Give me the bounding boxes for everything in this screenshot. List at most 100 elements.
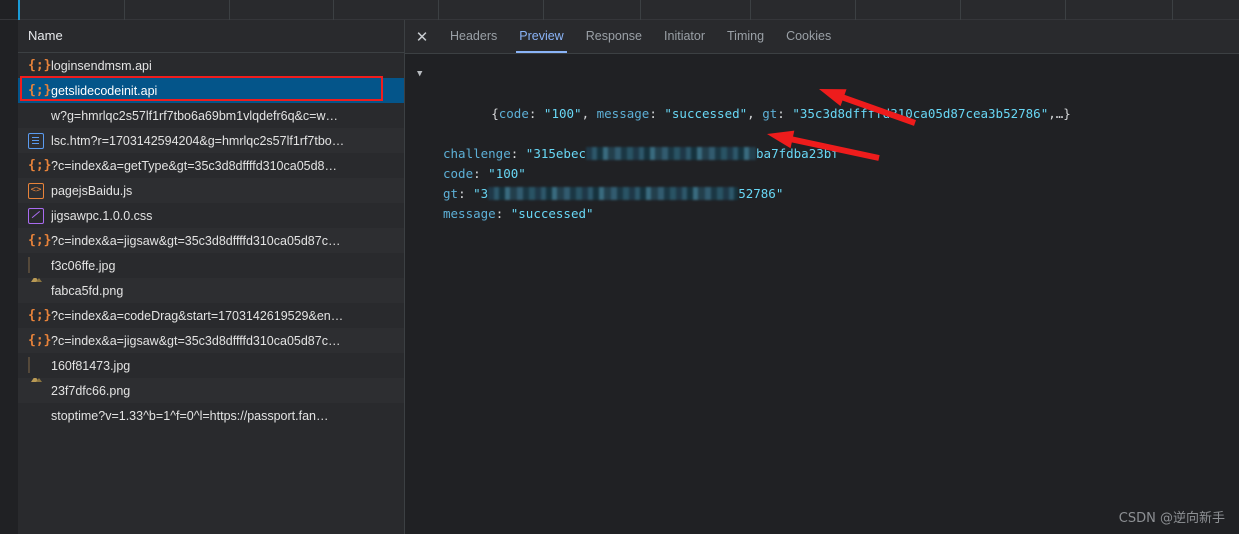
- json-value-prefix: "successed": [510, 206, 594, 221]
- table-row[interactable]: stoptime?v=1.33^b=1^f=0^l=https://passpo…: [18, 403, 404, 428]
- column-divider[interactable]: [1172, 0, 1173, 20]
- request-name: ?c=index&a=jigsaw&gt=35c3d8dffffd310ca05…: [51, 233, 341, 248]
- column-divider[interactable]: [640, 0, 641, 20]
- json-ellipsis: ,…}: [1048, 106, 1071, 121]
- request-name: ?c=index&a=codeDrag&start=1703142619529&…: [51, 308, 344, 323]
- tab-response[interactable]: Response: [575, 20, 653, 53]
- json-icon: {;}: [28, 157, 52, 173]
- table-row[interactable]: lsc.htm?r=1703142594204&g=hmrlqc2s57lf1r…: [18, 128, 404, 153]
- table-row[interactable]: jigsawpc.1.0.0.css: [18, 203, 404, 228]
- column-header-name[interactable]: Name: [18, 20, 404, 53]
- json-value-prefix: "315ebec: [525, 146, 587, 161]
- request-name: getslidecodeinit.api: [51, 83, 158, 98]
- json-colon: :: [649, 106, 665, 121]
- chevron-down-icon[interactable]: ▼: [417, 64, 422, 84]
- table-row[interactable]: {;} ?c=index&a=codeDrag&start=17031426195…: [18, 303, 404, 328]
- request-name: 23f7dfc66.png: [51, 383, 131, 398]
- json-value-suffix: ba7fdba23bf": [756, 146, 847, 161]
- json-field-list: challenge: "315ebec ba7fdba23bf" code: "10…: [417, 144, 1239, 224]
- table-row[interactable]: 160f81473.jpg: [18, 353, 404, 378]
- network-panel-gutter: [0, 20, 18, 534]
- table-row[interactable]: 23f7dfc66.png: [18, 378, 404, 403]
- json-icon: {;}: [28, 82, 52, 98]
- column-divider[interactable]: [855, 0, 856, 20]
- request-detail-panel: ✕ Headers Preview Response Initiator Timing C…: [405, 20, 1239, 534]
- column-divider[interactable]: [438, 0, 439, 20]
- json-root-summary: {code: "100", message: "successed", gt: …: [477, 104, 1071, 124]
- request-name: w?g=hmrlqc2s57lf1rf7tbo6a69bm1vlqdefr6q&…: [51, 108, 338, 123]
- json-separator: ,: [581, 106, 597, 121]
- tab-initiator[interactable]: Initiator: [653, 20, 716, 53]
- json-colon: :: [473, 166, 489, 181]
- detail-tab-bar: ✕ Headers Preview Response Initiator Timing C…: [405, 20, 1239, 54]
- column-divider[interactable]: [333, 0, 334, 20]
- column-divider[interactable]: [124, 0, 125, 20]
- json-field-code: code: "100": [417, 164, 1239, 184]
- json-colon: :: [510, 146, 526, 161]
- json-colon: :: [777, 106, 793, 121]
- detail-tabs: Headers Preview Response Initiator Timing Coo…: [439, 20, 842, 53]
- table-row[interactable]: {;} ?c=index&a=jigsaw&gt=35c3d8dffffd310c…: [18, 228, 404, 253]
- jpg-thumbnail-icon: [28, 256, 44, 274]
- column-divider[interactable]: [18, 0, 20, 20]
- blank-icon: [28, 108, 44, 124]
- redacted-value: [488, 187, 739, 200]
- json-brace-open: {: [491, 106, 499, 121]
- close-icon[interactable]: ✕: [405, 20, 439, 53]
- json-key: gt: [762, 106, 778, 121]
- json-key: challenge: [443, 146, 511, 161]
- table-row[interactable]: {;} loginsendmsm.api: [18, 53, 404, 78]
- document-icon: [28, 132, 44, 149]
- network-row-container: {;} loginsendmsm.api {;} getslidecodeinit.a…: [18, 53, 404, 428]
- request-name: lsc.htm?r=1703142594204&g=hmrlqc2s57lf1r…: [51, 133, 345, 148]
- request-name: ?c=index&a=getType&gt=35c3d8dffffd310ca0…: [51, 158, 338, 173]
- json-value: "100": [543, 106, 582, 121]
- jpg-thumbnail-icon: [28, 356, 44, 374]
- json-colon: :: [528, 106, 544, 121]
- tab-cookies[interactable]: Cookies: [775, 20, 842, 53]
- column-divider[interactable]: [229, 0, 230, 20]
- js-icon: <>: [28, 182, 44, 199]
- json-root-line[interactable]: ▼ {code: "100", message: "successed", gt…: [417, 64, 1239, 144]
- request-name: 160f81473.jpg: [51, 358, 131, 373]
- column-strip-left-gutter: [0, 0, 18, 20]
- watermark: CSDN @逆向新手: [1118, 511, 1225, 526]
- column-divider[interactable]: [1065, 0, 1066, 20]
- table-row[interactable]: <> pagejsBaidu.js: [18, 178, 404, 203]
- json-value: "35c3d8dffffd310ca05d87cea3b52786": [792, 106, 1049, 121]
- request-name: f3c06ffe.jpg: [51, 258, 116, 273]
- png-thumbnail-icon: [28, 378, 44, 399]
- json-value-suffix: 52786": [738, 186, 784, 201]
- json-separator: ,: [747, 106, 763, 121]
- request-name: ?c=index&a=jigsaw&gt=35c3d8dffffd310ca05…: [51, 333, 341, 348]
- tab-preview[interactable]: Preview: [508, 20, 574, 53]
- table-row[interactable]: {;} ?c=index&a=jigsaw&gt=35c3d8dffffd310c…: [18, 328, 404, 353]
- json-key: message: [596, 106, 650, 121]
- json-value-prefix: "3: [473, 186, 489, 201]
- table-row[interactable]: {;} getslidecodeinit.api: [18, 78, 404, 103]
- request-name: jigsawpc.1.0.0.css: [51, 208, 153, 223]
- json-key: message: [443, 206, 496, 221]
- json-icon: {;}: [28, 307, 52, 323]
- json-preview-body: ▼ {code: "100", message: "successed", gt…: [405, 54, 1239, 224]
- blank-icon: [28, 408, 44, 424]
- json-colon: :: [495, 206, 511, 221]
- network-requests-panel: Name {;} loginsendmsm.api {;} getslidecodei…: [0, 20, 405, 534]
- request-name: stoptime?v=1.33^b=1^f=0^l=https://passpo…: [51, 408, 329, 423]
- json-value-prefix: "100": [488, 166, 526, 181]
- network-request-list[interactable]: Name {;} loginsendmsm.api {;} getslidecodei…: [18, 20, 405, 534]
- request-name: pagejsBaidu.js: [51, 183, 133, 198]
- json-icon: {;}: [28, 57, 52, 73]
- table-row[interactable]: w?g=hmrlqc2s57lf1rf7tbo6a69bm1vlqdefr6q&…: [18, 103, 404, 128]
- table-row[interactable]: {;} ?c=index&a=getType&gt=35c3d8dffffd310…: [18, 153, 404, 178]
- column-divider[interactable]: [543, 0, 544, 20]
- table-row[interactable]: fabca5fd.png: [18, 278, 404, 303]
- json-field-gt: gt: "3 52786": [417, 184, 1239, 204]
- table-row[interactable]: f3c06ffe.jpg: [18, 253, 404, 278]
- css-icon: [28, 207, 44, 224]
- tab-headers[interactable]: Headers: [439, 20, 508, 53]
- json-icon: {;}: [28, 332, 52, 348]
- column-divider[interactable]: [960, 0, 961, 20]
- column-divider[interactable]: [750, 0, 751, 20]
- tab-timing[interactable]: Timing: [716, 20, 775, 53]
